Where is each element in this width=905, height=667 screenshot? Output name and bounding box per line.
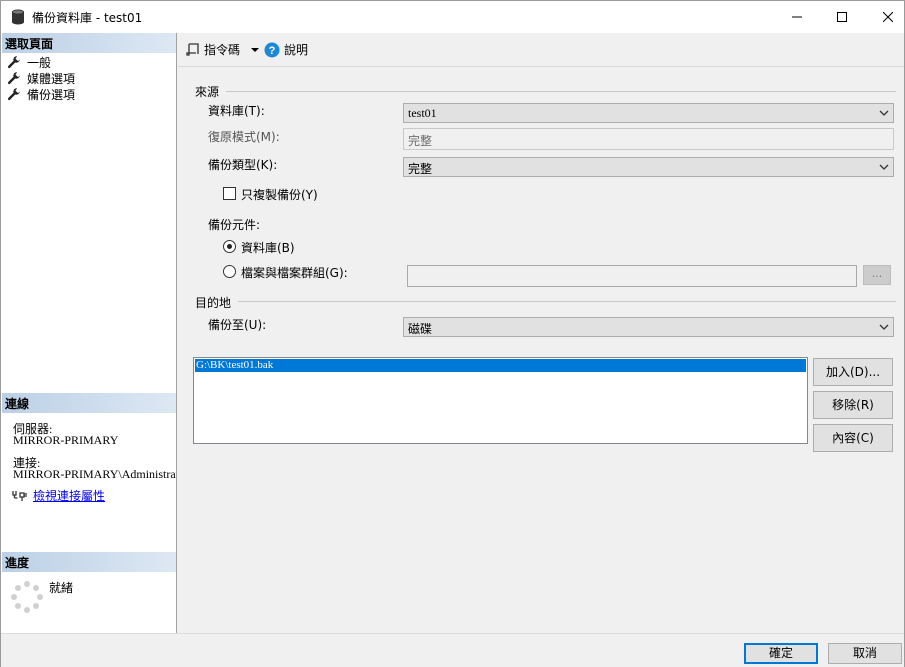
window-title: 備份資料庫 - test01 [32,11,143,25]
backup-to-dropdown[interactable]: 磁碟 [403,317,894,337]
component-database-label[interactable]: 資料庫(B) [241,239,295,256]
component-files-label[interactable]: 檔案與檔案群組(G): [241,264,348,281]
recovery-model-label: 復原模式(M): [208,130,280,144]
progress-header: 進度 [2,552,176,572]
copy-only-label[interactable]: 只複製備份(Y) [241,186,318,203]
wrench-icon [7,72,20,85]
minimize-button[interactable] [774,1,820,33]
recovery-model-field: 完整 [403,128,894,150]
maximize-button[interactable] [819,1,865,33]
browse-button[interactable]: ... [863,265,891,285]
view-connection-properties-link[interactable]: 檢視連接屬性 [11,487,105,504]
wrench-icon [7,56,20,69]
component-database-radio[interactable] [223,240,236,253]
ok-button[interactable]: 確定 [744,643,818,664]
chevron-down-icon [879,324,889,330]
page-item-general[interactable]: 一般 [7,54,51,70]
close-icon [883,12,893,22]
view-connection-properties-label: 檢視連接屬性 [33,489,106,503]
help-button[interactable]: ? 說明 [264,41,308,58]
destination-divider [238,301,896,302]
backup-component-label: 備份元件: [208,218,261,232]
title-bar: 備份資料庫 - test01 [1,1,904,33]
source-divider [226,91,896,92]
backup-database-dialog: 備份資料庫 - test01 選取頁面 一般 媒體選項 備份選項 連線 伺服器:… [0,0,905,667]
remove-button[interactable]: 移除(R) [813,391,893,419]
destination-list[interactable]: G:\BK\test01.bak [193,357,808,444]
database-icon [12,9,24,25]
connection-plug-icon [12,490,27,501]
progress-status: 就緒 [49,581,74,595]
dialog-footer: 確定 取消 [1,633,904,667]
chevron-down-icon [879,110,889,116]
progress-spinner-icon [11,581,43,613]
wrench-icon [7,88,20,101]
database-dropdown-value: test01 [408,106,437,120]
database-dropdown[interactable]: test01 [403,103,894,123]
script-label: 指令碼 [204,43,241,57]
script-icon [186,42,199,56]
server-value: MIRROR-PRIMARY [13,433,119,447]
database-label: 資料庫(T): [208,104,265,118]
page-item-label: 一般 [27,55,52,70]
component-files-radio[interactable] [223,265,236,278]
files-filegroups-field[interactable] [407,265,857,287]
close-button[interactable] [865,1,905,33]
backup-type-label: 備份類型(K): [208,158,278,172]
list-item[interactable]: G:\BK\test01.bak [195,359,806,372]
page-item-label: 備份選項 [27,87,76,102]
backup-to-dropdown-value: 磁碟 [408,322,433,336]
page-item-label: 媒體選項 [27,71,76,86]
destination-section-title: 目的地 [195,296,232,310]
connection-value: MIRROR-PRIMARY\Administrato [13,467,176,481]
svg-text:?: ? [269,45,276,57]
chevron-down-icon [251,47,260,52]
toolbar: 指令碼 ? 說明 [178,33,904,67]
left-panel: 選取頁面 一般 媒體選項 備份選項 連線 伺服器: MIRROR-PRIMARY… [1,33,177,633]
recovery-model-value: 完整 [408,134,433,148]
contents-button[interactable]: 內容(C) [813,424,893,452]
backup-to-label: 備份至(U): [208,318,267,332]
script-button[interactable]: 指令碼 [186,41,266,58]
help-icon: ? [264,42,280,57]
select-page-header: 選取頁面 [2,33,176,53]
source-section-title: 來源 [195,85,220,99]
chevron-down-icon [879,164,889,170]
connection-header: 連線 [2,393,176,413]
page-item-backup-options[interactable]: 備份選項 [7,86,75,102]
page-item-media-options[interactable]: 媒體選項 [7,70,75,86]
main-content: 來源 資料庫(T): test01 復原模式(M): 完整 備份類型(K): 完… [178,68,904,633]
copy-only-checkbox[interactable] [223,187,236,200]
minimize-icon [792,16,802,18]
add-button[interactable]: 加入(D)... [813,358,893,386]
cancel-button[interactable]: 取消 [828,643,902,664]
backup-type-dropdown-value: 完整 [408,162,433,176]
help-label: 說明 [284,43,309,57]
maximize-icon [837,12,847,22]
backup-type-dropdown[interactable]: 完整 [403,157,894,177]
